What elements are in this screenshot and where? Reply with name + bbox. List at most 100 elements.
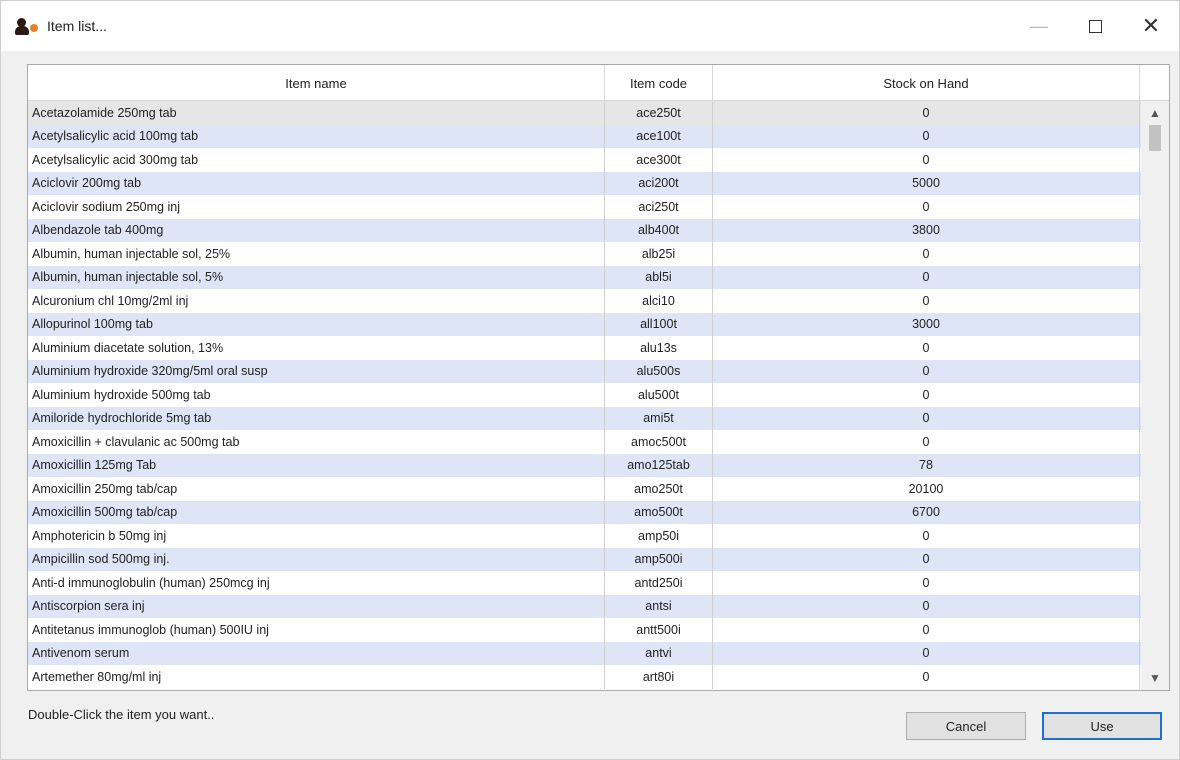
cell-item-name: Aciclovir 200mg tab (28, 171, 605, 195)
table-row[interactable]: Albumin, human injectable sol, 5% abl5i 0 (28, 265, 1141, 289)
cell-item-name: Aluminium diacetate solution, 13% (28, 336, 605, 360)
close-icon: ✕ (1141, 13, 1161, 38)
cell-stock-on-hand: 5000 (713, 171, 1140, 195)
table-row[interactable]: Albendazole tab 400mg alb400t 3800 (28, 218, 1141, 242)
cell-stock-on-hand: 0 (713, 265, 1140, 289)
cell-item-code: aci200t (605, 171, 713, 195)
title-bar[interactable]: Item list... — ✕ (1, 1, 1179, 51)
table-row[interactable]: Albumin, human injectable sol, 25% alb25i… (28, 242, 1141, 266)
cell-stock-on-hand: 0 (713, 195, 1140, 219)
cell-stock-on-hand: 0 (713, 618, 1140, 642)
maximize-button[interactable] (1067, 1, 1123, 51)
cell-stock-on-hand: 0 (713, 124, 1140, 148)
cell-item-code: antvi (605, 641, 713, 665)
cell-stock-on-hand: 0 (713, 641, 1140, 665)
table-row[interactable]: Aciclovir 200mg tab aci200t 5000 (28, 171, 1141, 195)
cell-stock-on-hand: 0 (713, 383, 1140, 407)
close-button[interactable]: ✕ (1123, 1, 1179, 51)
table-row[interactable]: Amphotericin b 50mg inj amp50i 0 (28, 524, 1141, 548)
cell-stock-on-hand: 0 (713, 430, 1140, 454)
scroll-thumb[interactable] (1149, 125, 1161, 151)
table-row[interactable]: Amoxicillin + clavulanic ac 500mg tab amo… (28, 430, 1141, 454)
cell-item-code: amp500i (605, 547, 713, 571)
cell-item-name: Amoxicillin 500mg tab/cap (28, 500, 605, 524)
table-row[interactable]: Aciclovir sodium 250mg inj aci250t 0 (28, 195, 1141, 219)
cell-item-code: alci10 (605, 289, 713, 313)
table-row[interactable]: Anti-d immunoglobulin (human) 250mcg inj… (28, 571, 1141, 595)
cell-stock-on-hand: 3800 (713, 218, 1140, 242)
cell-stock-on-hand: 0 (713, 242, 1140, 266)
cell-item-name: Amiloride hydrochloride 5mg tab (28, 406, 605, 430)
table-row[interactable]: Amoxicillin 125mg Tab amo125tab 78 (28, 453, 1141, 477)
header-filler (1141, 65, 1169, 101)
table-row[interactable]: Antitetanus immunoglob (human) 500IU inj… (28, 618, 1141, 642)
cancel-button[interactable]: Cancel (906, 712, 1026, 740)
scroll-up-button[interactable]: ▲ (1141, 101, 1169, 125)
cell-item-name: Acetazolamide 250mg tab (28, 101, 605, 125)
cell-item-name: Albendazole tab 400mg (28, 218, 605, 242)
cell-item-code: abl5i (605, 265, 713, 289)
scroll-down-icon: ▼ (1149, 671, 1161, 685)
cell-item-code: alb25i (605, 242, 713, 266)
cell-item-name: Artemether 80mg/ml inj (28, 665, 605, 689)
cell-item-name: Aluminium hydroxide 320mg/5ml oral susp (28, 359, 605, 383)
table-row[interactable]: Aluminium hydroxide 500mg tab alu500t 0 (28, 383, 1141, 407)
minimize-button[interactable]: — (1011, 1, 1067, 51)
cell-item-name: Anti-d immunoglobulin (human) 250mcg inj (28, 571, 605, 595)
cell-stock-on-hand: 78 (713, 453, 1140, 477)
column-header-item-name[interactable]: Item name (28, 65, 605, 101)
cell-stock-on-hand: 0 (713, 547, 1140, 571)
table-row[interactable]: Acetylsalicylic acid 300mg tab ace300t 0 (28, 148, 1141, 172)
cell-item-code: art80i (605, 665, 713, 689)
cell-stock-on-hand: 0 (713, 665, 1140, 689)
table-row[interactable]: Alcuronium chl 10mg/2ml inj alci10 0 (28, 289, 1141, 313)
cell-item-name: Amoxicillin + clavulanic ac 500mg tab (28, 430, 605, 454)
cell-item-code: alb400t (605, 218, 713, 242)
table-row[interactable]: Amoxicillin 500mg tab/cap amo500t 6700 (28, 500, 1141, 524)
scroll-down-button[interactable]: ▼ (1141, 666, 1169, 690)
cell-item-code: amo125tab (605, 453, 713, 477)
cell-item-code: alu500s (605, 359, 713, 383)
cell-stock-on-hand: 3000 (713, 312, 1140, 336)
item-table[interactable]: Item name Item code Stock on Hand Acetaz… (27, 64, 1170, 691)
vertical-scrollbar[interactable]: ▲ ▼ (1141, 101, 1169, 690)
cell-item-code: antt500i (605, 618, 713, 642)
table-row[interactable]: Amiloride hydrochloride 5mg tab ami5t 0 (28, 406, 1141, 430)
cell-item-code: ace100t (605, 124, 713, 148)
column-header-stock-on-hand[interactable]: Stock on Hand (713, 65, 1140, 101)
table-row[interactable]: Aluminium hydroxide 320mg/5ml oral susp a… (28, 359, 1141, 383)
window-controls: — ✕ (1011, 1, 1179, 51)
minimize-icon: — (1030, 15, 1048, 36)
column-header-item-code[interactable]: Item code (605, 65, 713, 101)
cell-stock-on-hand: 0 (713, 571, 1140, 595)
cell-stock-on-hand: 0 (713, 406, 1140, 430)
table-row[interactable]: Acetylsalicylic acid 100mg tab ace100t 0 (28, 124, 1141, 148)
table-row[interactable]: Antiscorpion sera inj antsi 0 (28, 594, 1141, 618)
table-row[interactable]: Antivenom serum antvi 0 (28, 641, 1141, 665)
use-button[interactable]: Use (1042, 712, 1162, 740)
table-row[interactable]: Acetazolamide 250mg tab ace250t 0 (28, 101, 1141, 125)
maximize-icon (1088, 19, 1102, 33)
cell-stock-on-hand: 0 (713, 594, 1140, 618)
cell-item-name: Albumin, human injectable sol, 5% (28, 265, 605, 289)
table-row[interactable]: Aluminium diacetate solution, 13% alu13s 0 (28, 336, 1141, 360)
cell-item-name: Aluminium hydroxide 500mg tab (28, 383, 605, 407)
table-row[interactable]: Ampicillin sod 500mg inj. amp500i 0 (28, 547, 1141, 571)
table-row[interactable]: Allopurinol 100mg tab all100t 3000 (28, 312, 1141, 336)
table-row[interactable]: Amoxicillin 250mg tab/cap amo250t 20100 (28, 477, 1141, 501)
cell-stock-on-hand: 0 (713, 359, 1140, 383)
cell-item-name: Acetylsalicylic acid 300mg tab (28, 148, 605, 172)
cell-item-code: alu13s (605, 336, 713, 360)
table-header: Item name Item code Stock on Hand (28, 65, 1141, 101)
cell-stock-on-hand: 6700 (713, 500, 1140, 524)
table-row[interactable]: Artemether 80mg/ml inj art80i 0 (28, 665, 1141, 689)
cell-item-code: antsi (605, 594, 713, 618)
cell-stock-on-hand: 0 (713, 101, 1140, 125)
cell-item-name: Amoxicillin 125mg Tab (28, 453, 605, 477)
cell-stock-on-hand: 0 (713, 289, 1140, 313)
cell-item-name: Amphotericin b 50mg inj (28, 524, 605, 548)
cell-item-name: Antivenom serum (28, 641, 605, 665)
cell-item-name: Acetylsalicylic acid 100mg tab (28, 124, 605, 148)
cell-item-code: ace250t (605, 101, 713, 125)
cell-item-name: Antiscorpion sera inj (28, 594, 605, 618)
